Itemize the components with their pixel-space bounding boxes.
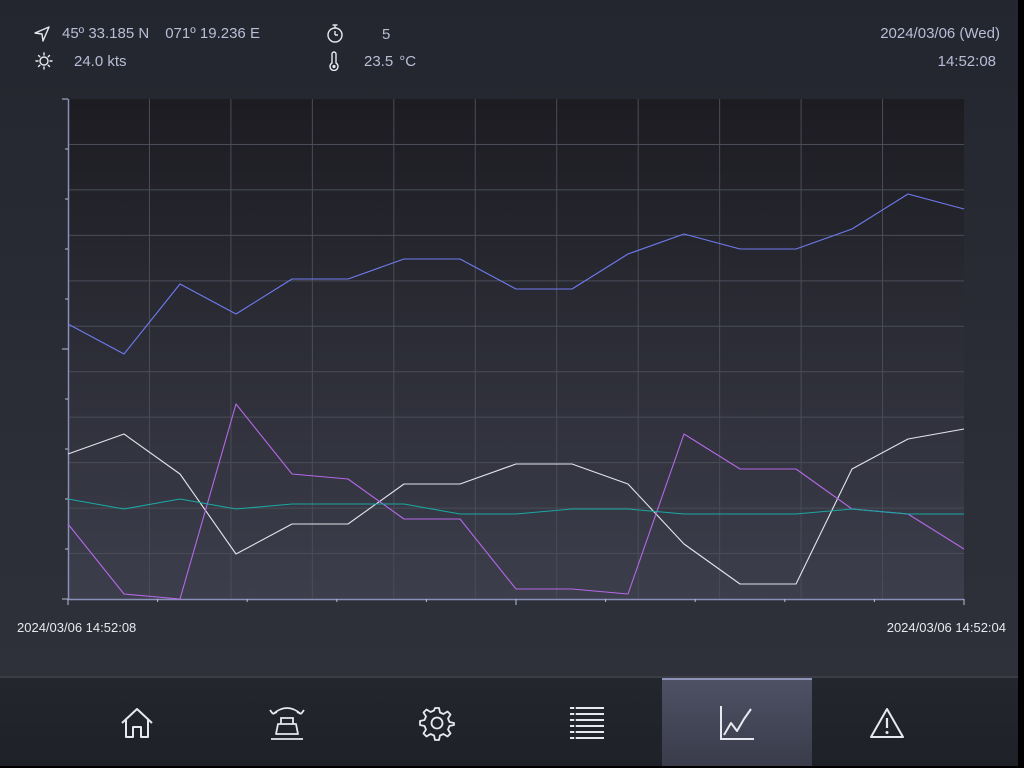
home-icon (121, 708, 153, 738)
nav-alarm-button[interactable] (812, 680, 962, 766)
nav-list-button[interactable] (512, 680, 662, 766)
bottom-navigation (0, 676, 1018, 766)
warning-icon (870, 708, 904, 738)
nav-ship-button[interactable] (212, 680, 362, 766)
nav-home-button[interactable] (62, 680, 212, 766)
nav-trend-button[interactable] (662, 678, 812, 766)
plot-background (68, 99, 964, 599)
x-axis-end-label: 2024/03/06 14:52:04 (886, 620, 1006, 635)
list-icon (570, 706, 604, 740)
screen: 45º 33.185 N 071º 19.236 E 24.0 kts 5 23… (0, 0, 1018, 766)
x-axis-start-label: 2024/03/06 14:52:08 (17, 620, 137, 635)
line-chart-icon (720, 706, 754, 740)
trend-chart (62, 98, 965, 605)
ship-tilt-icon (269, 707, 305, 740)
gear-icon (419, 707, 455, 741)
nav-settings-button[interactable] (362, 680, 512, 766)
